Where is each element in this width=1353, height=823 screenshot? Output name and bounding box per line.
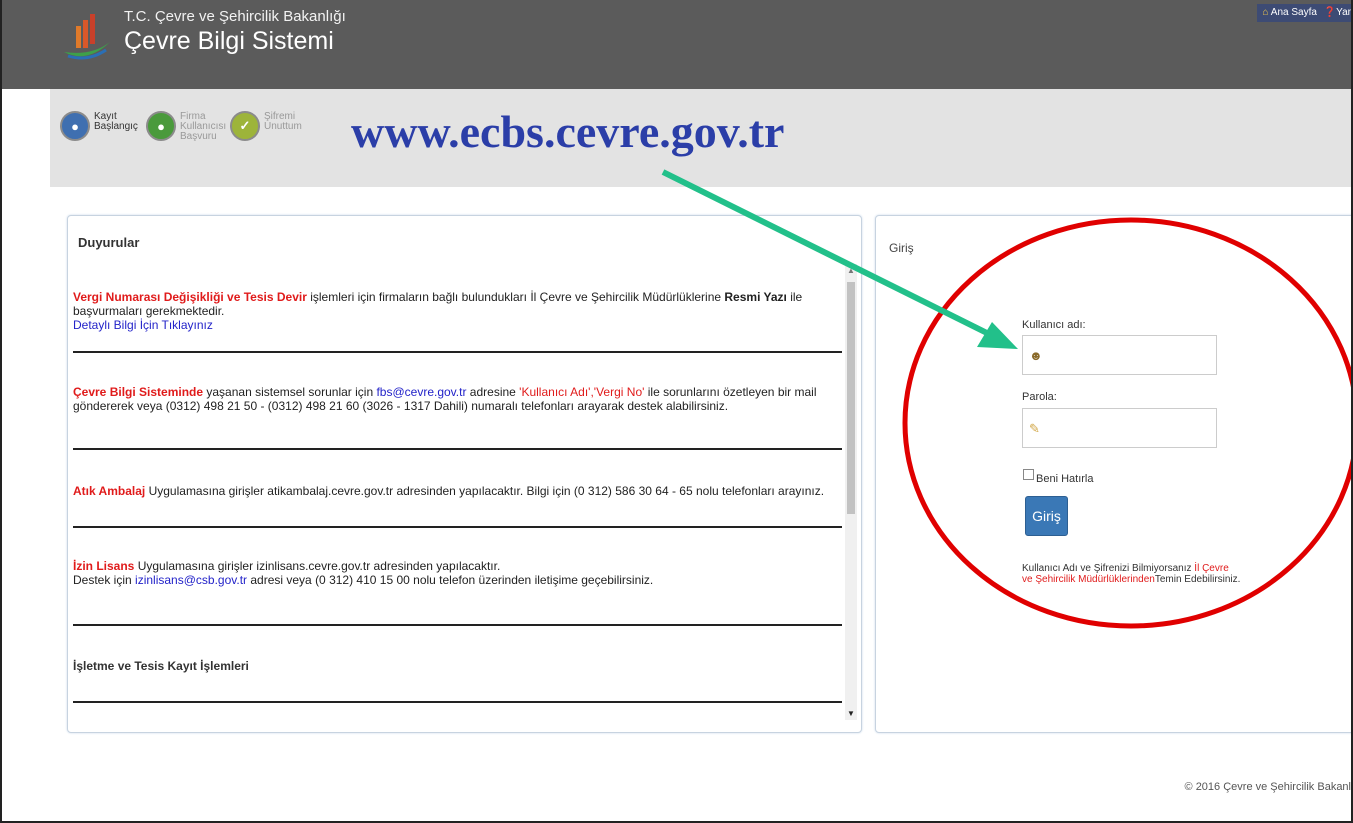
announcement-highlight: Vergi Numarası Değişikliği ve Tesis Devi…: [73, 290, 307, 304]
details-link[interactable]: Detaylı Bilgi İçin Tıklayınız: [73, 318, 213, 332]
announcement-text: adresi veya (0 312) 410 15 00 nolu telef…: [247, 573, 654, 587]
user-icon: ☻: [1029, 348, 1043, 363]
help-text: Kullanıcı Adı ve Şifrenizi Bilmiyorsanız: [1022, 563, 1195, 574]
login-panel: Giriş Kullanıcı adı: ☻ Parola: ✎ Beni Ha…: [875, 215, 1351, 733]
help-link[interactable]: Yar: [1336, 7, 1351, 18]
announcement-text: adresine: [466, 385, 520, 399]
system-name: Çevre Bilgi Sistemi: [124, 27, 334, 55]
ministry-logo: [64, 14, 110, 60]
announcements-title: Duyurular: [78, 235, 140, 250]
help-text: Temin Edebilirsiniz.: [1154, 574, 1241, 585]
announcement-bold: Resmi Yazı: [724, 290, 787, 304]
remember-me-label: Beni Hatırla: [1036, 473, 1094, 485]
credentials-help-text: Kullanıcı Adı ve Şifrenizi Bilmiyorsanız…: [1022, 563, 1242, 585]
user-icon: ●: [60, 111, 90, 141]
key-icon: ✓: [230, 111, 260, 141]
divider: [73, 526, 842, 528]
nav-item-label: Kayıt Başlangıç: [94, 111, 138, 132]
divider: [73, 351, 842, 353]
announcement-item: Vergi Numarası Değişikliği ve Tesis Devi…: [73, 290, 841, 332]
announcement-text: işlemleri için firmaların bağlı bulunduk…: [306, 290, 725, 304]
password-field[interactable]: ✎: [1022, 408, 1217, 448]
help-icon: ❓: [1323, 7, 1337, 18]
divider: [73, 701, 842, 703]
website-url-annotation: www.ecbs.cevre.gov.tr: [351, 106, 785, 157]
announcement-item: İzin Lisans Uygulamasına girişler izinli…: [73, 559, 841, 587]
home-icon: ⌂: [1262, 7, 1269, 18]
scroll-up-icon[interactable]: ▲: [847, 266, 855, 275]
ministry-name: T.C. Çevre ve Şehircilik Bakanlığı: [124, 8, 346, 25]
login-title: Giriş: [889, 241, 914, 255]
announcement-highlight: Atık Ambalaj: [73, 484, 146, 498]
top-links: ⌂ Ana Sayfa ❓Yar: [1256, 4, 1351, 22]
app-frame: T.C. Çevre ve Şehircilik Bakanlığı Çevre…: [0, 0, 1353, 823]
announcements-panel: Duyurular Vergi Numarası Değişikliği ve …: [67, 215, 862, 733]
license-email-link[interactable]: izinlisans@csb.gov.tr: [135, 573, 247, 587]
home-link[interactable]: Ana Sayfa: [1271, 7, 1317, 18]
announcement-text: yaşanan sistemsel sorunlar için: [203, 385, 377, 399]
company-user-icon: ●: [146, 111, 176, 141]
divider: [73, 448, 842, 450]
announcement-item: Atık Ambalaj Uygulamasına girişler atika…: [73, 484, 841, 498]
announcement-text: Uygulamasına girişler atikambalaj.cevre.…: [145, 484, 825, 498]
username-field[interactable]: ☻: [1022, 335, 1217, 375]
divider: [73, 624, 842, 626]
scrollbar[interactable]: ▲ ▼: [845, 264, 857, 720]
key-icon: ✎: [1029, 421, 1040, 436]
announcement-highlight: Çevre Bilgi Sisteminde: [73, 385, 204, 399]
nav-item-label: Firma Kullanıcısı Başvuru: [180, 111, 227, 142]
announcements-scroll-area[interactable]: Vergi Numarası Değişikliği ve Tesis Devi…: [73, 264, 857, 720]
announcement-text: Uygulamasına girişler izinlisans.cevre.g…: [134, 559, 501, 573]
announcement-text: Destek için: [73, 573, 136, 587]
announcement-heading: İşletme ve Tesis Kayıt İşlemleri: [73, 659, 249, 673]
scrollbar-thumb[interactable]: [847, 282, 855, 514]
scroll-down-icon[interactable]: ▼: [847, 709, 855, 718]
announcement-item: Çevre Bilgi Sisteminde yaşanan sistemsel…: [73, 385, 841, 413]
username-label: Kullanıcı adı:: [1022, 319, 1086, 331]
support-email-link[interactable]: fbs@cevre.gov.tr: [376, 385, 466, 399]
announcement-highlight: İzin Lisans: [73, 559, 135, 573]
footer-copyright: © 2016 Çevre ve Şehircilik Bakanl: [1184, 781, 1351, 793]
nav-item-label: Şifremi Unuttum: [264, 111, 302, 132]
password-label: Parola:: [1022, 391, 1057, 403]
remember-me-checkbox[interactable]: [1023, 469, 1034, 480]
login-button[interactable]: Giriş: [1025, 496, 1068, 536]
top-header: T.C. Çevre ve Şehircilik Bakanlığı Çevre…: [2, 0, 1351, 89]
announcement-highlight: 'Kullanıcı Adı','Vergi No': [519, 385, 645, 399]
